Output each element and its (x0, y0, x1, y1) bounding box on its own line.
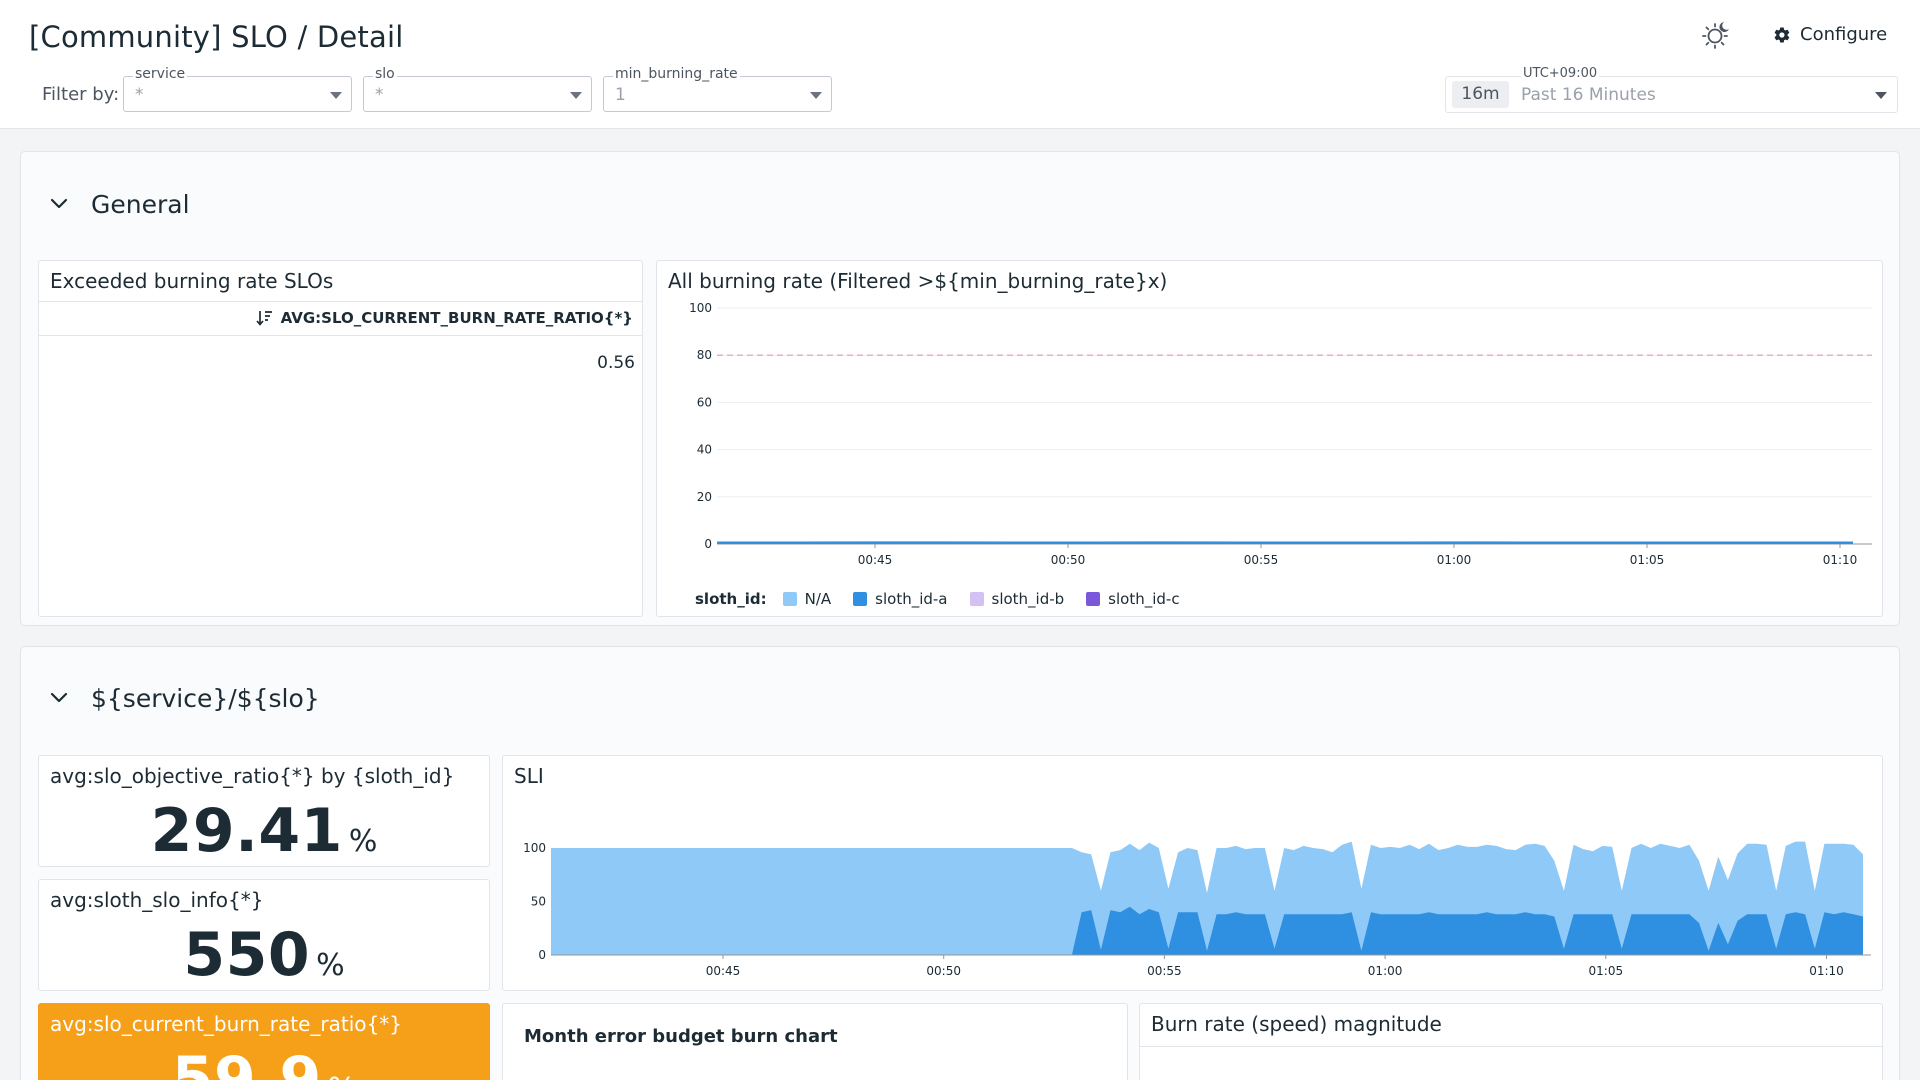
x-tick-label: 01:10 (1823, 553, 1858, 567)
slo-filter-value: * (375, 85, 384, 105)
widget-title: Exceeded burning rate SLOs (50, 269, 334, 293)
service-filter-select[interactable]: service * (123, 66, 352, 112)
sort-column-header[interactable]: AVG:SLO_CURRENT_BURN_RATE_RATIO{*} (255, 309, 633, 327)
chevron-down-icon (50, 692, 68, 703)
legend-label: N/A (804, 590, 832, 608)
service-filter-label: service (133, 66, 188, 82)
legend-swatch (969, 592, 984, 606)
x-tick-label: 01:00 (1368, 964, 1403, 978)
gear-icon (1774, 26, 1790, 43)
min-burning-rate-filter-select[interactable]: min_burning_rate 1 (603, 66, 832, 112)
slo-objective-ratio-widget: avg:slo_objective_ratio{*} by {sloth_id}… (38, 755, 490, 867)
service-slo-group: ${service}/${slo} avg:slo_objective_rati… (20, 646, 1900, 1080)
x-tick-label: 00:50 (1051, 553, 1086, 567)
y-tick-label: 50 (531, 895, 546, 909)
widget-title: avg:sloth_slo_info{*} (50, 888, 264, 912)
y-tick-label: 0 (538, 948, 546, 962)
exceeded-burning-rate-widget: Exceeded burning rate SLOs AVG:SLO_CURRE… (38, 260, 643, 617)
y-tick-label: 80 (697, 348, 712, 362)
sloth-slo-info-widget: avg:sloth_slo_info{*} 550% (38, 879, 490, 991)
widget-title: avg:slo_objective_ratio{*} by {sloth_id} (50, 764, 455, 788)
widget-divider (1140, 1046, 1882, 1047)
x-tick-label: 01:05 (1589, 964, 1624, 978)
slo-filter-label: slo (373, 66, 397, 82)
toplist-header: AVG:SLO_CURRENT_BURN_RATE_RATIO{*} (39, 301, 642, 336)
slo-filter-select[interactable]: slo * (363, 66, 592, 112)
page-title: [Community] SLO / Detail (29, 20, 404, 54)
time-range-badge: 16m (1452, 81, 1509, 108)
widget-title: Burn rate (speed) magnitude (1151, 1012, 1442, 1036)
configure-label: Configure (1800, 24, 1888, 45)
toplist-row-value[interactable]: 0.56 (597, 353, 635, 373)
all-burning-rate-widget: All burning rate (Filtered >${min_burnin… (656, 260, 1883, 617)
legend-item-sloth-id-b[interactable]: sloth_id-b (969, 590, 1065, 608)
query-value: 59.9% (39, 1044, 489, 1080)
chevron-down-icon (50, 198, 68, 209)
widget-title: avg:slo_current_burn_rate_ratio{*} (50, 1012, 402, 1036)
query-value-number: 29.41 (150, 796, 343, 866)
min-burning-rate-filter-value: 1 (615, 85, 626, 105)
burn-rate-magnitude-widget: Burn rate (speed) magnitude (1139, 1003, 1883, 1080)
filter-by-label: Filter by: (42, 84, 120, 105)
query-value: 550% (39, 920, 489, 990)
legend-item-na[interactable]: N/A (782, 590, 832, 608)
time-range-label: Past 16 Minutes (1521, 85, 1656, 105)
sli-widget: SLI 0 50 100 00:45 00:50 00:55 01:00 01:05 01:10 (502, 755, 1883, 991)
toplist-column-label: AVG:SLO_CURRENT_BURN_RATE_RATIO{*} (280, 309, 633, 327)
general-group-title: General (91, 189, 190, 219)
chevron-down-icon (810, 92, 822, 99)
y-tick-label: 40 (697, 443, 712, 457)
general-group: General Exceeded burning rate SLOs AVG:S… (20, 151, 1900, 626)
query-value-number: 550 (183, 920, 311, 990)
legend-label: sloth_id-c (1108, 590, 1180, 608)
x-tick-label: 00:45 (706, 964, 741, 978)
legend-item-sloth-id-a[interactable]: sloth_id-a (853, 590, 948, 608)
x-tick-label: 00:55 (1147, 964, 1182, 978)
legend-swatch (782, 592, 797, 606)
slo-current-burn-rate-ratio-widget: avg:slo_current_burn_rate_ratio{*} 59.9% (38, 1003, 490, 1080)
sun-moon-icon (1702, 22, 1729, 49)
month-error-budget-widget: Month error budget burn chart (502, 1003, 1128, 1080)
x-tick-label: 00:55 (1244, 553, 1279, 567)
y-tick-label: 20 (697, 490, 712, 504)
legend-swatch (1086, 592, 1101, 606)
legend-swatch (853, 592, 868, 606)
query-value-unit: % (348, 824, 378, 859)
min-burning-rate-filter-label: min_burning_rate (613, 66, 740, 82)
legend-title: sloth_id: (695, 590, 767, 608)
x-tick-label: 00:50 (926, 964, 961, 978)
widget-title: Month error budget burn chart (524, 1026, 838, 1047)
legend-label: sloth_id-b (991, 590, 1065, 608)
chart-legend: sloth_id: N/A sloth_id-a sloth_id-b slot… (695, 590, 1202, 608)
burning-rate-chart[interactable]: 0 20 40 60 80 100 00:45 00:50 00:55 01:00 01:05 01:… (657, 261, 1883, 617)
service-slo-group-title: ${service}/${slo} (91, 683, 320, 713)
legend-item-sloth-id-c[interactable]: sloth_id-c (1086, 590, 1180, 608)
dashboard-header: [Community] SLO / Detail Configure Filte… (0, 0, 1920, 129)
query-value-unit: % (316, 948, 345, 983)
x-tick-label: 01:05 (1630, 553, 1665, 567)
sli-chart[interactable]: 0 50 100 00:45 00:50 00:55 01:00 01:05 01:10 (503, 756, 1883, 991)
chevron-down-icon (330, 92, 342, 99)
configure-button[interactable]: Configure (1773, 24, 1887, 45)
chevron-down-icon (1875, 92, 1887, 99)
y-tick-label: 100 (689, 301, 712, 315)
query-value: 29.41% (39, 796, 489, 866)
x-tick-label: 01:10 (1809, 964, 1844, 978)
y-tick-label: 60 (697, 395, 712, 409)
x-tick-label: 01:00 (1437, 553, 1472, 567)
general-group-toggle[interactable]: General (49, 184, 190, 224)
chevron-down-icon (570, 92, 582, 99)
service-slo-group-toggle[interactable]: ${service}/${slo} (49, 678, 320, 718)
query-value-number: 59.9 (171, 1044, 322, 1080)
timezone-label: UTC+09:00 (1521, 66, 1600, 81)
y-tick-label: 0 (704, 537, 712, 551)
theme-toggle-button[interactable] (1700, 18, 1734, 52)
query-value-unit: % (328, 1072, 357, 1080)
service-filter-value: * (135, 85, 144, 105)
legend-label: sloth_id-a (875, 590, 948, 608)
sort-descending-icon (255, 311, 272, 326)
time-range-picker[interactable]: UTC+09:00 16m Past 16 Minutes (1445, 67, 1898, 113)
y-tick-label: 100 (523, 841, 546, 855)
x-tick-label: 00:45 (858, 553, 893, 567)
